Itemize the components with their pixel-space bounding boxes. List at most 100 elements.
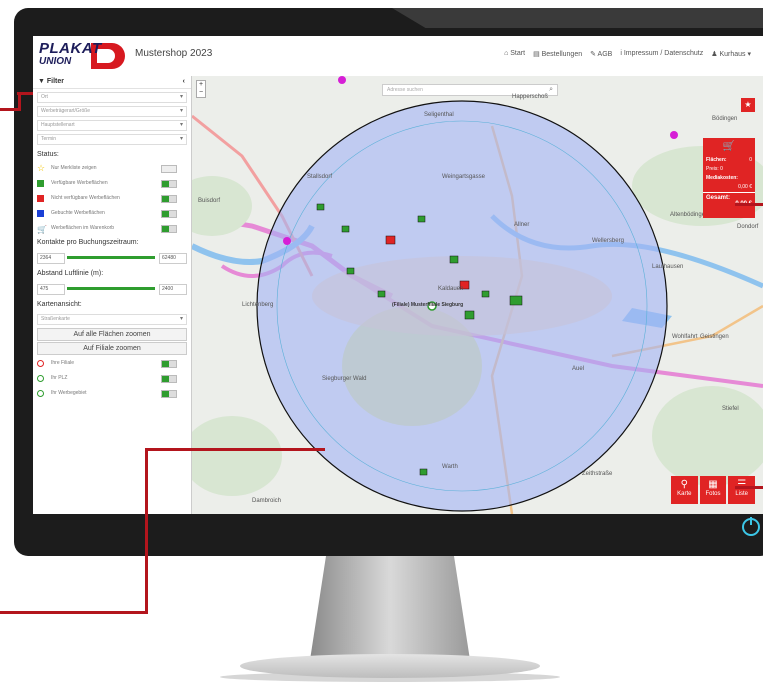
view-switcher: ⚲ Karte ▦ Fotos ☰ Liste — [671, 476, 756, 504]
marker-available[interactable] — [341, 225, 350, 233]
radio-icon — [37, 375, 44, 382]
status-row-cart: 🛒 Werbeflächen im Warenkorb — [33, 221, 191, 236]
nav-start[interactable]: ⌂ Start — [504, 50, 525, 58]
contacts-track[interactable] — [67, 256, 155, 259]
status-row-available: Verfügbare Werbeflächen — [33, 176, 191, 191]
logo[interactable]: PLAKAT UNION — [39, 40, 129, 70]
marker-available[interactable] — [449, 255, 459, 264]
callout-line — [17, 92, 33, 95]
nav-agb[interactable]: ✎ AGB — [590, 50, 612, 58]
map-label: Buisdorf — [198, 198, 221, 204]
nav-user[interactable]: ♟ Kurhaus ▾ — [711, 50, 751, 58]
orders-icon: ▤ — [533, 51, 542, 58]
map-label: Warth — [442, 464, 458, 470]
map-label: Allner — [514, 222, 530, 228]
status-title: Status: — [37, 151, 59, 158]
toggle-merkliste[interactable] — [161, 165, 177, 173]
booked-swatch-icon — [37, 210, 44, 217]
logo-text: PLAKAT — [39, 40, 102, 57]
contacts-slider[interactable]: 2364 62480 — [37, 251, 187, 265]
monitor-stand — [310, 556, 470, 660]
toggle-cart[interactable] — [161, 225, 177, 233]
map-label: Lichtenberg — [242, 302, 274, 308]
contacts-title: Kontakte pro Buchungszeitraum: — [37, 239, 139, 246]
marker-available[interactable] — [316, 203, 325, 211]
contacts-max-input[interactable]: 62480 — [159, 253, 187, 264]
cart-media-value: 0,00 € — [738, 184, 752, 190]
marker-available[interactable] — [509, 295, 523, 306]
marker-available[interactable] — [377, 290, 386, 298]
list-view-button[interactable]: ☰ Liste — [728, 476, 756, 504]
nav-orders[interactable]: ▤ Bestellungen — [533, 50, 582, 58]
available-swatch-icon — [37, 180, 44, 187]
poi-marker[interactable] — [338, 76, 346, 84]
nav-imprint[interactable]: i Impressum / Datenschutz — [620, 50, 703, 58]
zoom-control[interactable]: + − — [196, 80, 206, 98]
contacts-min-input[interactable]: 2364 — [37, 253, 65, 264]
map-label: Geistingen — [700, 334, 729, 340]
favorites-star-button[interactable]: ★ — [741, 98, 755, 112]
poi-marker[interactable] — [670, 131, 678, 139]
marker-available[interactable] — [417, 215, 426, 223]
map-label: Siegburger Wald — [322, 376, 367, 382]
distance-max-input[interactable]: 2400 — [159, 284, 187, 295]
map-label: Auel — [572, 366, 585, 372]
radio-icon — [37, 390, 44, 397]
zoom-all-button[interactable]: Auf alle Flächen zoomen — [37, 328, 187, 341]
toggle-booked[interactable] — [161, 210, 177, 218]
marker-available[interactable] — [481, 290, 490, 298]
select-ort[interactable]: Ort — [37, 92, 187, 103]
zoom-branch-button[interactable]: Auf Filiale zoomen — [37, 342, 187, 355]
marker-available[interactable] — [464, 310, 475, 320]
map-label: Lauthausen — [652, 264, 684, 270]
distance-slider[interactable]: 475 2400 — [37, 282, 187, 296]
select-date[interactable]: Termin — [37, 134, 187, 145]
logo-subtext: UNION — [39, 56, 72, 67]
map-view-button[interactable]: ⚲ Karte — [671, 476, 698, 504]
map-view-title: Kartenansicht: — [37, 301, 82, 308]
callout-line — [0, 611, 148, 614]
grid-icon: ▦ — [708, 479, 718, 490]
map-label: Bödingen — [712, 116, 738, 122]
power-icon — [742, 517, 760, 536]
map-label: Wellersberg — [592, 238, 624, 244]
toggle-area[interactable] — [161, 390, 177, 398]
document-icon: ✎ — [590, 51, 598, 58]
toggle-branch[interactable] — [161, 360, 177, 368]
monitor-gloss — [392, 8, 763, 28]
map-pin-icon: ⚲ — [680, 479, 688, 490]
star-icon: ☆ — [37, 163, 46, 173]
cart-flaechen: Flächen: 0 — [706, 157, 752, 163]
filter-header[interactable]: ▼ Filter ‹ — [33, 76, 191, 89]
distance-min-input[interactable]: 475 — [37, 284, 65, 295]
collapse-icon[interactable]: ‹ — [183, 76, 185, 88]
marker-unavailable[interactable] — [385, 235, 396, 245]
distance-track[interactable] — [67, 287, 155, 290]
callout-line — [0, 108, 20, 111]
marker-available[interactable] — [419, 468, 428, 476]
list-icon: ☰ — [737, 479, 747, 490]
map-label: Zeithstraße — [582, 471, 613, 477]
cart-panel[interactable]: 🛒 Flächen: 0 Preis: 0 Mediakosten: 0,00 … — [703, 138, 755, 218]
select-type[interactable]: Hauptstellenart — [37, 120, 187, 131]
status-row-unavailable: Nicht verfügbare Werbeflächen — [33, 191, 191, 206]
callout-line — [145, 448, 325, 451]
marker-available[interactable] — [346, 267, 355, 275]
status-row-booked: Gebuchte Werbeflächen — [33, 206, 191, 221]
toggle-plz[interactable] — [161, 375, 177, 383]
map-label: Stallsdorf — [307, 174, 333, 180]
map-view-select[interactable]: Straßenkarte — [37, 314, 187, 325]
toggle-available[interactable] — [161, 180, 177, 188]
photos-view-button[interactable]: ▦ Fotos — [699, 476, 727, 504]
filter-icon: ▼ — [38, 78, 47, 85]
toggle-unavailable[interactable] — [161, 195, 177, 203]
map-label: Kaldauen — [438, 286, 464, 292]
radio-icon — [37, 360, 44, 367]
monitor-base — [240, 654, 540, 678]
unavailable-swatch-icon — [37, 195, 44, 202]
select-format[interactable]: Werbeträgerart/Größe — [37, 106, 187, 117]
shop-name: Mustershop 2023 — [135, 48, 213, 59]
callout-line — [735, 486, 763, 489]
branch-label: (Filiale) Musterfiliale Siegburg — [392, 302, 464, 308]
poi-marker[interactable] — [283, 237, 291, 245]
